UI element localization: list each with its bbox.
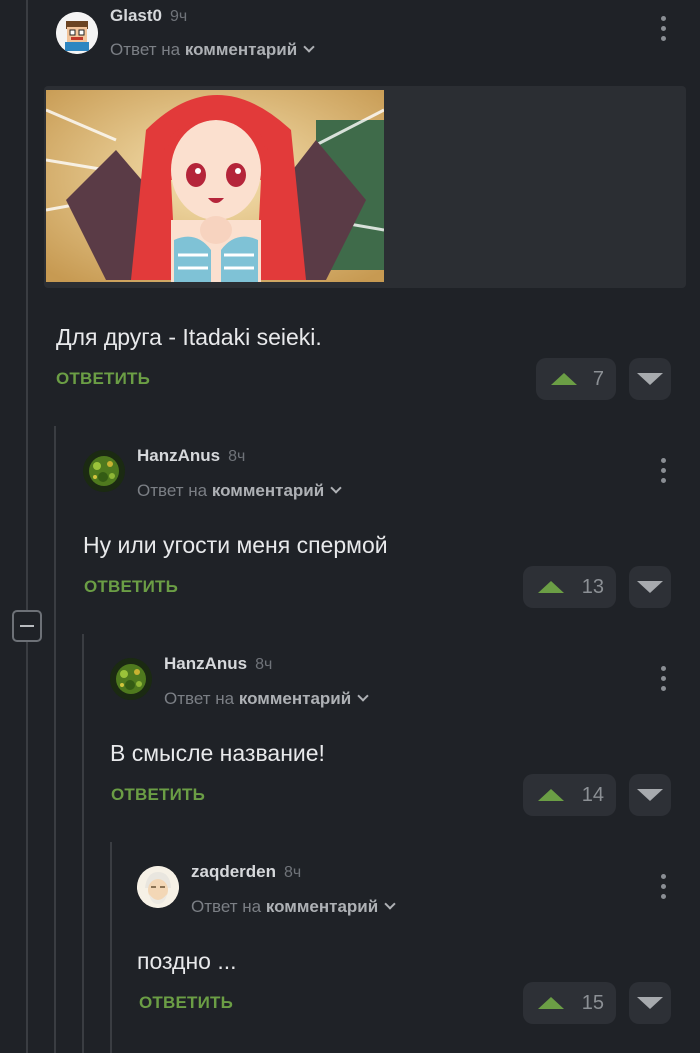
more-options-icon[interactable] <box>661 16 667 44</box>
downvote-button[interactable] <box>629 982 671 1024</box>
upvote-button[interactable]: 15 <box>523 982 616 1024</box>
upvote-button[interactable]: 14 <box>523 774 616 816</box>
reply-to-link[interactable]: Ответ на комментарий <box>137 481 342 501</box>
comment-text: В смысле название! <box>110 740 325 766</box>
upvote-icon <box>538 997 564 1009</box>
comment-username[interactable]: HanzAnus 8ч <box>164 654 272 674</box>
reply-button[interactable]: ОТВЕТИТЬ <box>56 369 150 389</box>
comment-time: 9ч <box>169 8 188 25</box>
downvote-button[interactable] <box>629 358 671 400</box>
comment-glast0: Glast0 9ч Ответ на комментарий Для друга… <box>0 0 700 410</box>
avatar[interactable] <box>110 658 152 700</box>
anime-girl-image <box>46 90 384 282</box>
avatar[interactable] <box>56 12 98 54</box>
vote-count: 13 <box>581 576 604 598</box>
attached-image-card[interactable] <box>44 86 686 288</box>
reply-to-link[interactable]: Ответ на комментарий <box>191 897 396 917</box>
thread-line-level-0-lower <box>26 642 28 1053</box>
chevron-down-icon <box>330 482 342 494</box>
upvote-button[interactable]: 13 <box>523 566 616 608</box>
chevron-down-icon <box>384 898 396 910</box>
thread-line-level-3 <box>110 842 112 1053</box>
collapse-thread-button[interactable] <box>12 610 42 642</box>
comment-text: Для друга - Itadaki seieki. <box>56 324 322 350</box>
comment-text: поздно ... <box>137 948 237 974</box>
reply-button[interactable]: ОТВЕТИТЬ <box>139 993 233 1013</box>
downvote-button[interactable] <box>629 566 671 608</box>
upvote-icon <box>538 581 564 593</box>
downvote-icon <box>637 373 663 385</box>
more-options-icon[interactable] <box>661 458 667 486</box>
comment-text: Ну или угости меня спермой <box>83 532 388 558</box>
vote-count: 14 <box>581 784 604 806</box>
upvote-icon <box>538 789 564 801</box>
upvote-button[interactable]: 7 <box>536 358 616 400</box>
downvote-icon <box>637 997 663 1009</box>
comment-time: 8ч <box>255 656 273 673</box>
chevron-down-icon <box>303 41 315 53</box>
comment-time: 8ч <box>228 448 246 465</box>
comment-time: 8ч <box>284 864 302 881</box>
reply-to-link[interactable]: Ответ на комментарий <box>110 40 315 60</box>
upvote-icon <box>551 373 577 385</box>
comment-username[interactable]: HanzAnus 8ч <box>137 446 245 466</box>
thread-line-level-2 <box>82 634 84 1053</box>
reply-button[interactable]: ОТВЕТИТЬ <box>111 785 205 805</box>
vote-count: 7 <box>592 368 604 390</box>
avatar[interactable] <box>83 450 125 492</box>
chevron-down-icon <box>357 690 369 702</box>
vote-count: 15 <box>581 992 604 1014</box>
more-options-icon[interactable] <box>661 874 667 902</box>
thread-line-level-1 <box>54 426 56 1053</box>
reply-to-link[interactable]: Ответ на комментарий <box>164 689 369 709</box>
comment-username[interactable]: zaqderden 8ч <box>191 862 301 882</box>
more-options-icon[interactable] <box>661 666 667 694</box>
reply-button[interactable]: ОТВЕТИТЬ <box>84 577 178 597</box>
downvote-icon <box>637 789 663 801</box>
downvote-button[interactable] <box>629 774 671 816</box>
downvote-icon <box>637 581 663 593</box>
comment-username[interactable]: Glast0 9ч <box>110 6 187 26</box>
avatar[interactable] <box>137 866 179 908</box>
